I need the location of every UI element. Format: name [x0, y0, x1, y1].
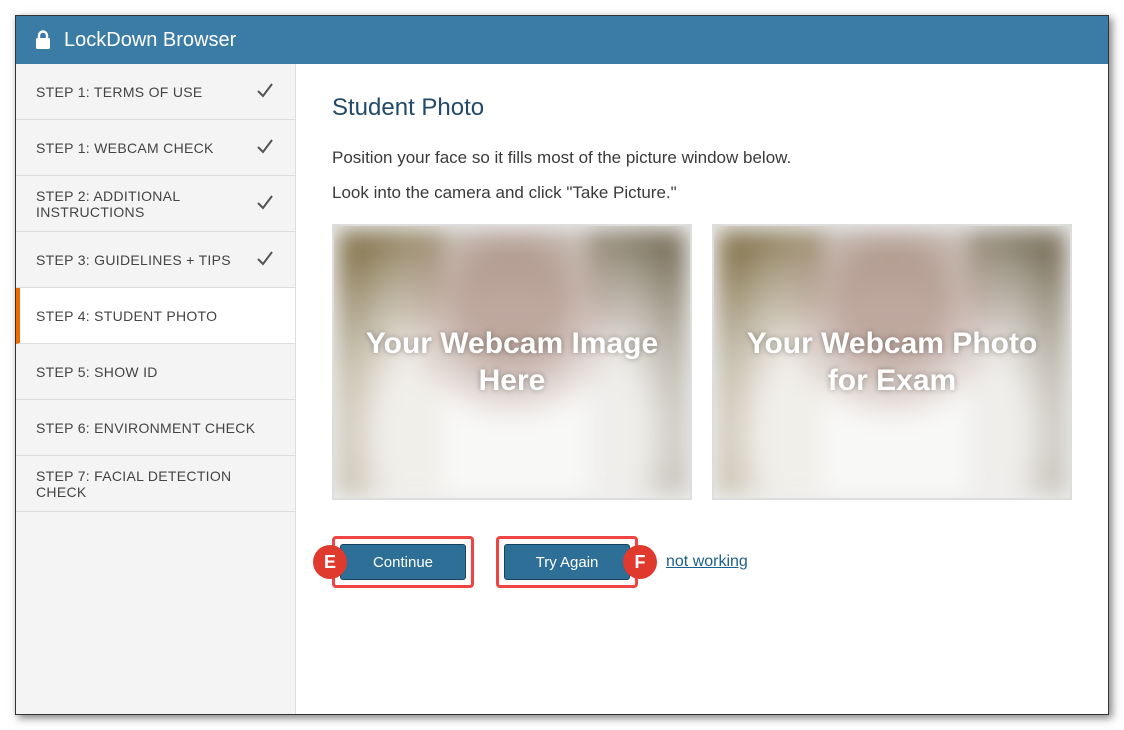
step-additional-instructions[interactable]: STEP 2: ADDITIONAL INSTRUCTIONS	[16, 176, 295, 232]
step-label: STEP 2: ADDITIONAL INSTRUCTIONS	[36, 188, 255, 220]
step-webcam-check[interactable]: STEP 1: WEBCAM CHECK	[16, 120, 295, 176]
webcam-row: Your Webcam Image Here Your Webcam Photo…	[332, 224, 1072, 500]
check-icon	[255, 248, 275, 271]
instruction-text-2: Look into the camera and click "Take Pic…	[332, 179, 1072, 206]
step-label: STEP 6: ENVIRONMENT CHECK	[36, 420, 255, 436]
main-content: Student Photo Position your face so it f…	[296, 64, 1108, 714]
check-icon	[255, 192, 275, 215]
step-label: STEP 5: SHOW ID	[36, 364, 158, 380]
step-label: STEP 3: GUIDELINES + TIPS	[36, 252, 231, 268]
check-icon	[255, 80, 275, 103]
step-guidelines-tips[interactable]: STEP 3: GUIDELINES + TIPS	[16, 232, 295, 288]
webcam-live-label: Your Webcam Image Here	[334, 226, 690, 498]
callout-badge-f: F	[623, 545, 657, 579]
step-facial-detection-check[interactable]: STEP 7: FACIAL DETECTION CHECK	[16, 456, 295, 512]
step-label: STEP 7: FACIAL DETECTION CHECK	[36, 468, 275, 500]
titlebar: LockDown Browser	[16, 16, 1108, 64]
step-student-photo[interactable]: STEP 4: STUDENT PHOTO	[16, 288, 295, 344]
not-working-link[interactable]: not working	[666, 553, 748, 571]
continue-button[interactable]: Continue	[340, 544, 466, 580]
step-environment-check[interactable]: STEP 6: ENVIRONMENT CHECK	[16, 400, 295, 456]
check-icon	[255, 136, 275, 159]
step-show-id[interactable]: STEP 5: SHOW ID	[16, 344, 295, 400]
webcam-live-preview: Your Webcam Image Here	[332, 224, 692, 500]
webcam-captured-photo: Your Webcam Photo for Exam	[712, 224, 1072, 500]
step-label: STEP 1: TERMS OF USE	[36, 84, 203, 100]
step-label: STEP 1: WEBCAM CHECK	[36, 140, 214, 156]
try-again-button[interactable]: Try Again	[504, 544, 630, 580]
callout-badge-e: E	[313, 545, 347, 579]
webcam-photo-label: Your Webcam Photo for Exam	[714, 226, 1070, 498]
instruction-text-1: Position your face so it fills most of t…	[332, 144, 1072, 171]
step-terms-of-use[interactable]: STEP 1: TERMS OF USE	[16, 64, 295, 120]
button-row: E Continue Try Again F not working	[332, 536, 1072, 588]
callout-f-wrap: Try Again F	[496, 536, 638, 588]
sidebar: STEP 1: TERMS OF USE STEP 1: WEBCAM CHEC…	[16, 64, 296, 714]
page-title: Student Photo	[332, 94, 1072, 122]
lock-icon	[34, 30, 52, 50]
body: STEP 1: TERMS OF USE STEP 1: WEBCAM CHEC…	[16, 64, 1108, 714]
app-title: LockDown Browser	[64, 29, 236, 52]
app-window: LockDown Browser STEP 1: TERMS OF USE ST…	[15, 15, 1109, 715]
callout-e-wrap: E Continue	[332, 536, 474, 588]
step-label: STEP 4: STUDENT PHOTO	[36, 308, 217, 324]
